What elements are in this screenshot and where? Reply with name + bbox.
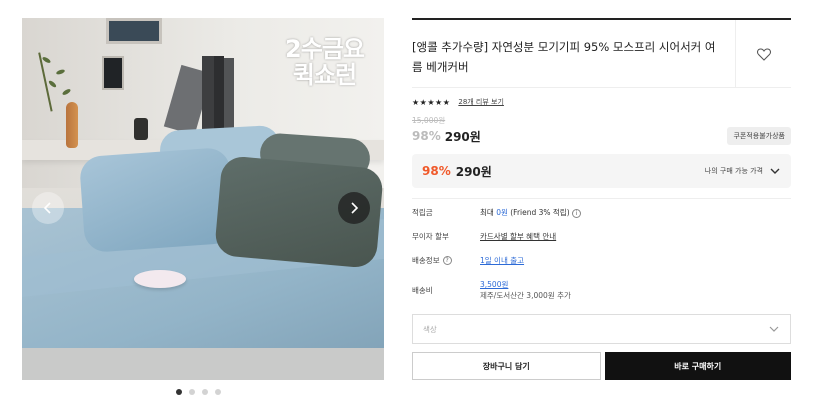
add-to-cart-button[interactable]: 장바구니 담기: [412, 352, 601, 380]
shipping-fee-note: 제주/도서산간 3,000원 추가: [480, 291, 571, 300]
shipping-info-label: 배송정보: [412, 256, 440, 265]
gallery-dot[interactable]: [202, 389, 208, 395]
price-row: 98% 290원 쿠폰적용불가상품: [412, 126, 791, 146]
scene-candle: [134, 118, 148, 140]
original-price: 15,000원: [412, 116, 446, 125]
points-suffix: (Friend 3% 적립): [507, 208, 570, 217]
chevron-down-icon: [769, 326, 779, 332]
shipping-info-row: 배송정보 ? 1일 이내 출고: [412, 255, 791, 266]
chevron-down-icon: [770, 168, 780, 174]
points-label: 적립금: [412, 208, 433, 217]
promo-stamp-line2: 퀵쇼런: [292, 61, 357, 89]
scene-vase: [66, 102, 78, 148]
promo-stamp-line1: 2수금요: [285, 35, 365, 63]
review-link[interactable]: 28개 리뷰 보기: [458, 97, 504, 107]
scene-book: [224, 58, 234, 138]
sale-price: 290원: [444, 129, 481, 144]
my-price-label: 나의 구매 가능 가격: [704, 167, 763, 175]
action-buttons: 장바구니 담기 바로 구매하기: [412, 352, 791, 380]
my-price-rate: 98%: [422, 164, 451, 178]
points-prefix: 최대: [480, 208, 497, 217]
product-title: [앵콜 추가수량] 자연성분 모기기피 95% 모스프리 시어서커 여름 베개커…: [412, 40, 716, 74]
color-select-placeholder: 색상: [423, 324, 437, 334]
help-icon[interactable]: ?: [442, 256, 452, 265]
scene-picture: [102, 56, 124, 90]
buy-now-button[interactable]: 바로 구매하기: [604, 352, 791, 380]
heart-icon: [756, 47, 771, 61]
star-rating: ★★★★★: [412, 97, 451, 107]
gallery-prev-button[interactable]: [32, 192, 64, 224]
installment-link[interactable]: 카드사별 할부 혜택 안내: [480, 232, 556, 241]
chevron-right-icon: [351, 202, 359, 214]
points-value: 최대 0원 (Friend 3% 적립) i: [480, 207, 582, 218]
shipping-fee-row: 배송비 3,500원 제주/도서산간 3,000원 추가: [412, 279, 791, 301]
discount-rate: 98%: [412, 129, 441, 143]
product-image-gallery[interactable]: 2수금요 퀵쇼런: [22, 18, 384, 380]
points-amount: 0원: [496, 208, 508, 217]
info-icon[interactable]: i: [572, 209, 582, 218]
title-row: [앵콜 추가수량] 자연성분 모기기피 95% 모스프리 시어서커 여름 베개커…: [412, 20, 791, 88]
rating-row: ★★★★★ 28개 리뷰 보기: [412, 95, 791, 109]
scene-book: [202, 56, 214, 138]
scene-pillow: [78, 146, 236, 254]
gallery-pagination: [176, 389, 221, 395]
scene-frame: [106, 18, 162, 44]
my-price-box[interactable]: 98% 290원 나의 구매 가능 가격: [412, 154, 791, 188]
delivery-info: 적립금 최대 0원 (Friend 3% 적립) i 무이자 할부 카드사별 할…: [412, 207, 791, 301]
shipping-info-key: 배송정보 ?: [412, 255, 480, 266]
installment-row: 무이자 할부 카드사별 할부 혜택 안내: [412, 231, 791, 242]
scene-plate: [134, 270, 186, 288]
gallery-dot[interactable]: [215, 389, 221, 395]
promo-stamp: 2수금요 퀵쇼런: [285, 35, 365, 89]
wishlist-button[interactable]: [735, 20, 791, 87]
shipping-fee-value[interactable]: 3,500원: [480, 280, 508, 289]
gallery-dot[interactable]: [176, 389, 182, 395]
gallery-next-button[interactable]: [338, 192, 370, 224]
coupon-badge: 쿠폰적용불가상품: [727, 127, 791, 145]
scene-bed-base: [22, 348, 384, 380]
gallery-dot[interactable]: [189, 389, 195, 395]
color-select[interactable]: 색상: [412, 314, 791, 344]
shipping-info-value[interactable]: 1일 이내 출고: [480, 256, 524, 265]
divider: [412, 198, 791, 199]
product-page: 2수금요 퀵쇼런 [앵콜 추가수량] 자연성분 모기기피 95% 모스프리 시어…: [0, 0, 835, 407]
installment-label: 무이자 할부: [412, 232, 449, 241]
my-price-amount: 290원: [455, 164, 492, 179]
points-row: 적립금 최대 0원 (Friend 3% 적립) i: [412, 207, 791, 218]
product-info-panel: [앵콜 추가수량] 자연성분 모기기피 95% 모스프리 시어서커 여름 베개커…: [412, 18, 791, 380]
chevron-left-icon: [43, 202, 51, 214]
shipping-fee-label: 배송비: [412, 285, 433, 295]
scene-book: [214, 56, 224, 138]
